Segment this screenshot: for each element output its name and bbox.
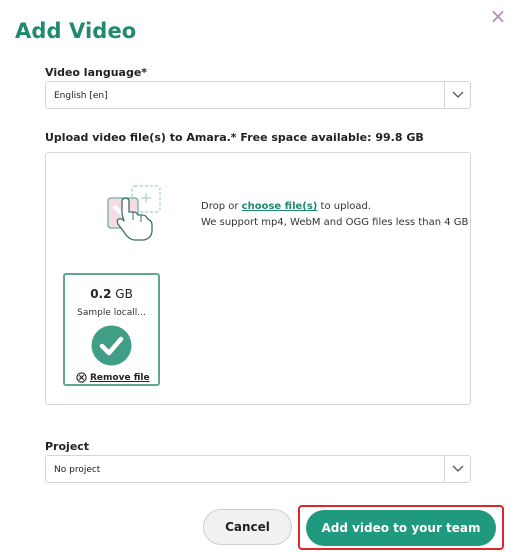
video-language-dropdown-toggle[interactable] (444, 82, 470, 108)
upload-dropzone[interactable]: Drop or choose file(s) to upload. We sup… (45, 152, 471, 405)
project-value: No project (54, 465, 101, 475)
remove-file-button[interactable]: Remove file (76, 372, 150, 383)
file-name: Sample locall... (77, 308, 146, 318)
video-language-value: English [en] (54, 91, 108, 101)
uploaded-file-card: 0.2 GB Sample locall... Remove file (63, 273, 160, 386)
upload-hand-icon (107, 185, 161, 241)
upload-label: Upload video file(s) to Amara.* Free spa… (45, 131, 424, 144)
file-size-unit: GB (115, 287, 133, 301)
supported-formats-text: We support mp4, WebM and OGG files less … (201, 217, 469, 228)
chevron-down-icon (452, 91, 464, 98)
video-language-select[interactable]: English [en] (45, 81, 471, 109)
drop-suffix: to upload. (317, 201, 372, 212)
check-circle-icon (91, 325, 132, 366)
video-language-label: Video language* (45, 66, 148, 79)
dialog-title: Add Video (15, 19, 137, 43)
drop-instructions: Drop or choose file(s) to upload. We sup… (201, 199, 468, 231)
project-label: Project (45, 440, 90, 453)
project-select[interactable]: No project (45, 455, 471, 483)
remove-file-label: Remove file (90, 372, 150, 383)
add-video-button[interactable]: Add video to your team (306, 510, 496, 546)
close-icon[interactable]: × (488, 6, 508, 26)
cancel-button[interactable]: Cancel (203, 509, 292, 545)
remove-circle-icon (76, 372, 87, 383)
project-dropdown-toggle[interactable] (444, 456, 470, 482)
file-size-value: 0.2 (90, 287, 112, 301)
chevron-down-icon (452, 465, 464, 472)
drop-prefix: Drop or (201, 201, 242, 212)
choose-files-link[interactable]: choose file(s) (242, 201, 318, 212)
file-size: 0.2 GB (65, 287, 158, 301)
